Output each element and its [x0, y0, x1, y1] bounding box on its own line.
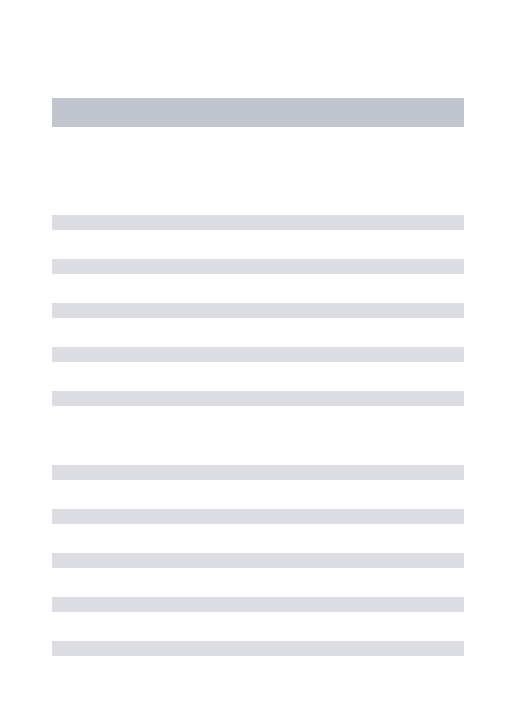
skeleton-line [52, 391, 464, 406]
skeleton-line [52, 509, 464, 524]
skeleton-line [52, 597, 464, 612]
skeleton-line [52, 303, 464, 318]
skeleton-line [52, 465, 464, 480]
skeleton-line [52, 215, 464, 230]
skeleton-line [52, 259, 464, 274]
skeleton-header [52, 98, 464, 127]
skeleton-gap [52, 435, 464, 465]
skeleton-line [52, 641, 464, 656]
skeleton-line [52, 347, 464, 362]
skeleton-line [52, 553, 464, 568]
